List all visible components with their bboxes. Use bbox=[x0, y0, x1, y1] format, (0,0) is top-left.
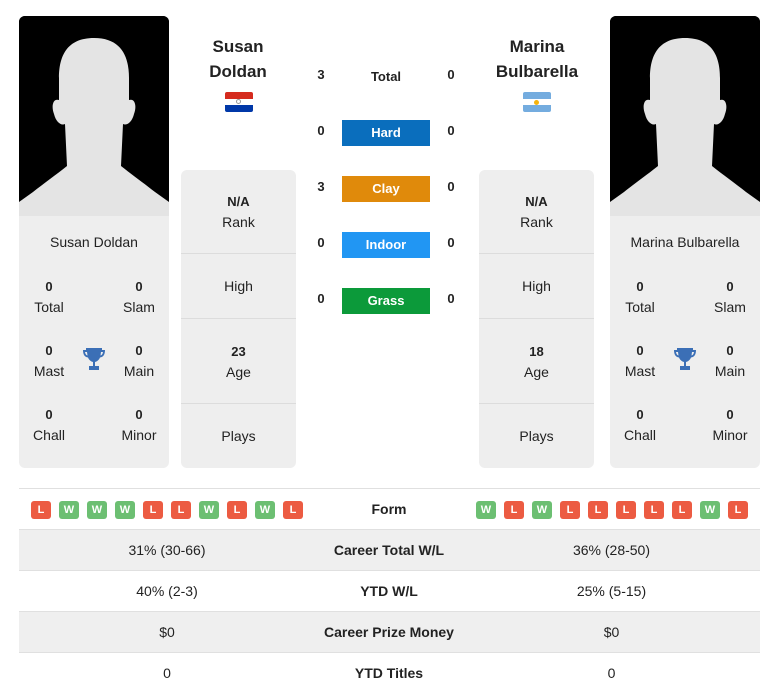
player2-stat-value: 36% (28-50) bbox=[572, 542, 651, 558]
player2-photo bbox=[610, 16, 760, 216]
stat-label: Career Prize Money bbox=[324, 624, 454, 640]
form-win-badge[interactable]: W bbox=[255, 501, 275, 519]
h2h-total-p2: 0 bbox=[447, 67, 455, 82]
stat-label: Career Total W/L bbox=[333, 542, 445, 558]
player2-name[interactable]: Marina Bulbarella bbox=[472, 34, 602, 84]
surface-clay-button[interactable]: Clay bbox=[342, 176, 430, 202]
player2-stat-value: 25% (5-15) bbox=[576, 583, 647, 599]
player1-stat-value: $0 bbox=[159, 624, 175, 640]
h2h-hard-p2: 0 bbox=[447, 123, 455, 138]
player1-card-name: Susan Doldan bbox=[50, 234, 138, 250]
trophy-icon bbox=[83, 348, 105, 370]
divider bbox=[479, 403, 594, 404]
surface-indoor-button[interactable]: Indoor bbox=[342, 232, 430, 258]
trophy-icon bbox=[674, 348, 696, 370]
h2h-indoor-p1: 0 bbox=[317, 235, 325, 250]
h2h-total-label: Total bbox=[370, 69, 402, 84]
form-win-badge[interactable]: W bbox=[199, 501, 219, 519]
player2-form-badges: WLWLLLLLWL bbox=[476, 501, 748, 519]
player2-titles-main: 0 Main bbox=[714, 343, 746, 379]
player1-high: High bbox=[224, 278, 253, 294]
player1-rank: N/A Rank bbox=[222, 194, 255, 230]
form-win-badge[interactable]: W bbox=[59, 501, 79, 519]
paraguay-flag-icon bbox=[225, 92, 253, 112]
stats-row: 40% (2-3) YTD W/L 25% (5-15) bbox=[19, 570, 760, 611]
form-win-badge[interactable]: W bbox=[87, 501, 107, 519]
h2h-grass-p1: 0 bbox=[317, 291, 325, 306]
divider bbox=[181, 403, 296, 404]
h2h-indoor-p2: 0 bbox=[447, 235, 455, 250]
player1-titles-mast: 0 Mast bbox=[33, 343, 65, 379]
argentina-flag-icon bbox=[523, 92, 551, 112]
form-loss-badge[interactable]: L bbox=[588, 501, 608, 519]
form-loss-badge[interactable]: L bbox=[171, 501, 191, 519]
divider bbox=[181, 318, 296, 319]
player2-high: High bbox=[522, 278, 551, 294]
player2-titles-total: 0 Total bbox=[625, 279, 655, 315]
player2-card-name: Marina Bulbarella bbox=[630, 234, 740, 250]
avatar-silhouette-icon bbox=[610, 16, 760, 216]
divider bbox=[479, 318, 594, 319]
player1-name[interactable]: Susan Doldan bbox=[173, 34, 303, 84]
player2-stat-value: $0 bbox=[603, 624, 620, 640]
player2-titles-minor: 0 Minor bbox=[712, 407, 748, 443]
player1-photo bbox=[19, 16, 169, 216]
form-win-badge[interactable]: W bbox=[700, 501, 720, 519]
h2h-total-p1: 3 bbox=[317, 67, 325, 82]
form-row: LWWWLLWLWL Form WLWLLLLLWL bbox=[19, 488, 760, 529]
form-loss-badge[interactable]: L bbox=[143, 501, 163, 519]
form-loss-badge[interactable]: L bbox=[560, 501, 580, 519]
player1-titles-main: 0 Main bbox=[123, 343, 155, 379]
stats-table: LWWWLLWLWL Form WLWLLLLLWL 31% (30-66) C… bbox=[19, 488, 760, 693]
divider bbox=[181, 253, 296, 254]
stats-row: 0 YTD Titles 0 bbox=[19, 652, 760, 693]
stat-label: YTD W/L bbox=[360, 583, 418, 599]
player1-stat-value: 0 bbox=[163, 665, 171, 681]
form-win-badge[interactable]: W bbox=[532, 501, 552, 519]
player1-stat-value: 31% (30-66) bbox=[128, 542, 206, 558]
stat-label: YTD Titles bbox=[354, 665, 424, 681]
form-loss-badge[interactable]: L bbox=[644, 501, 664, 519]
player1-titles-chall: 0 Chall bbox=[33, 407, 65, 443]
player2-titles-mast: 0 Mast bbox=[624, 343, 656, 379]
surface-grass-button[interactable]: Grass bbox=[342, 288, 430, 314]
player2-titles-chall: 0 Chall bbox=[624, 407, 656, 443]
player1-card: Susan Doldan 0 Total 0 Slam 0 Mast 0 Main 0C… bbox=[19, 216, 169, 468]
player1-titles-minor: 0 Minor bbox=[121, 407, 157, 443]
avatar-silhouette-icon bbox=[19, 16, 169, 216]
player1-titles-slam: 0 Slam bbox=[123, 279, 155, 315]
player1-stat-value: 40% (2-3) bbox=[136, 583, 198, 599]
form-win-badge[interactable]: W bbox=[115, 501, 135, 519]
form-loss-badge[interactable]: L bbox=[227, 501, 247, 519]
form-loss-badge[interactable]: L bbox=[616, 501, 636, 519]
player2-stat-value: 0 bbox=[607, 665, 616, 681]
form-label: Form bbox=[371, 501, 407, 517]
form-loss-badge[interactable]: L bbox=[728, 501, 748, 519]
stats-row: $0 Career Prize Money $0 bbox=[19, 611, 760, 652]
divider bbox=[479, 253, 594, 254]
h2h-clay-p1: 3 bbox=[317, 179, 325, 194]
player2-card: Marina Bulbarella 0 Total 0 Slam 0 Mast 0 Ma… bbox=[610, 216, 760, 468]
form-loss-badge[interactable]: L bbox=[283, 501, 303, 519]
player1-plays: Plays bbox=[221, 428, 256, 444]
stats-row: 31% (30-66) Career Total W/L 36% (28-50) bbox=[19, 529, 760, 570]
player2-info-panel: N/A Rank High 18 Age Plays bbox=[479, 170, 594, 468]
player2-rank: N/A Rank bbox=[520, 194, 553, 230]
player2-age: 18 Age bbox=[524, 344, 549, 380]
player2-titles-slam: 0 Slam bbox=[714, 279, 746, 315]
surface-hard-button[interactable]: Hard bbox=[342, 120, 430, 146]
form-loss-badge[interactable]: L bbox=[672, 501, 692, 519]
player2-plays: Plays bbox=[519, 428, 554, 444]
form-win-badge[interactable]: W bbox=[476, 501, 496, 519]
h2h-hard-p1: 0 bbox=[317, 123, 325, 138]
player1-titles-total: 0 Total bbox=[34, 279, 64, 315]
h2h-clay-p2: 0 bbox=[447, 179, 455, 194]
form-loss-badge[interactable]: L bbox=[504, 501, 524, 519]
player1-age: 23 Age bbox=[226, 344, 251, 380]
h2h-grass-p2: 0 bbox=[447, 291, 455, 306]
form-loss-badge[interactable]: L bbox=[31, 501, 51, 519]
player1-info-panel: N/A Rank High 23 Age Plays bbox=[181, 170, 296, 468]
player1-form-badges: LWWWLLWLWL bbox=[31, 501, 303, 519]
